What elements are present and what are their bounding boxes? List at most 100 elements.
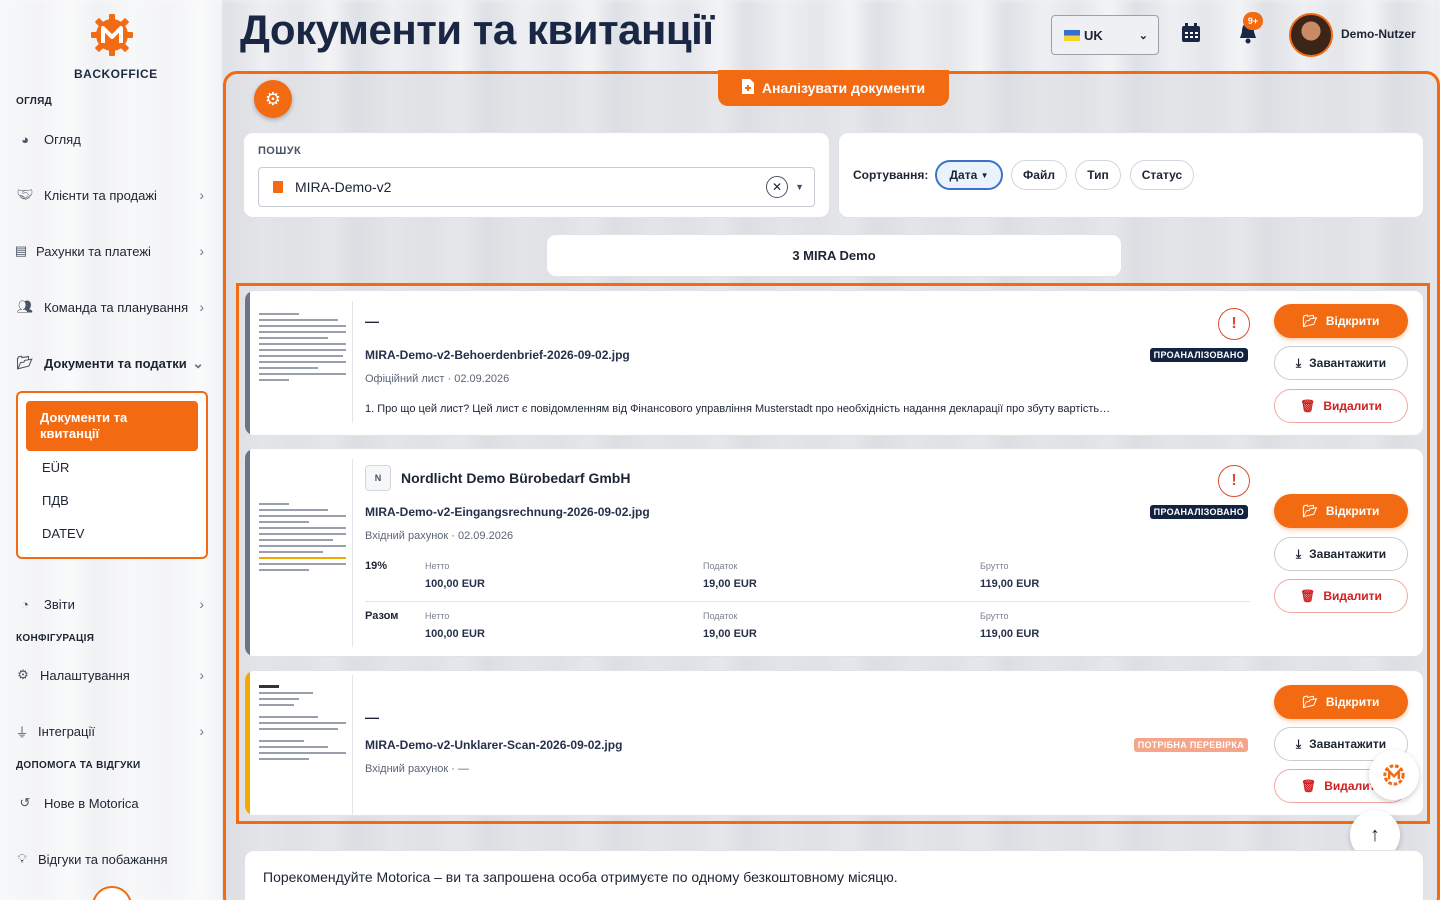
open-button[interactable]: 📂︎ Відкрити bbox=[1274, 304, 1408, 338]
sidebar-item-integrations[interactable]: ⏚ Інтеграції › bbox=[14, 716, 210, 746]
document-card: — ! MIRA-Demo-v2-Behoerdenbrief-2026-09-… bbox=[244, 290, 1424, 436]
sidebar-item-clients[interactable]: 🤝︎ Клієнти та продажі › bbox=[14, 180, 210, 210]
search-card: ПОШУК MIRA-Demo-v2 ✕ ▼ bbox=[243, 132, 830, 218]
ukraine-flag-icon bbox=[1064, 29, 1080, 41]
sidebar-item-label: Нове в Motorica bbox=[44, 795, 139, 811]
status-stripe bbox=[245, 671, 250, 815]
trash-icon: 🗑︎ bbox=[1300, 589, 1316, 603]
download-icon: ⤓ bbox=[1295, 546, 1302, 561]
sidebar-item-reports[interactable]: ◔ Звіти › bbox=[14, 589, 210, 619]
subitem-vat[interactable]: ПДВ bbox=[42, 493, 69, 508]
plug-icon: ⏚ bbox=[15, 724, 29, 740]
document-filename[interactable]: MIRA-Demo-v2-Eingangsrechnung-2026-09-02… bbox=[365, 505, 650, 519]
search-label: ПОШУК bbox=[258, 145, 302, 157]
document-thumbnail[interactable] bbox=[253, 459, 353, 647]
gross-label: Брутто bbox=[980, 611, 1009, 621]
tax-value: 19,00 EUR bbox=[703, 578, 757, 590]
open-button[interactable]: 📂︎ Відкрити bbox=[1274, 685, 1408, 719]
document-icon bbox=[273, 181, 283, 193]
sidebar-item-label: Звіти bbox=[44, 596, 75, 612]
search-select[interactable]: MIRA-Demo-v2 ✕ ▼ bbox=[258, 167, 815, 207]
search-value: MIRA-Demo-v2 bbox=[295, 179, 392, 195]
document-title-row: N Nordlicht Demo Bürobedarf GmbH bbox=[365, 465, 630, 491]
tax-label: Податок bbox=[703, 611, 738, 621]
avatar[interactable] bbox=[1289, 13, 1333, 57]
analyze-documents-button[interactable]: Аналізувати документи bbox=[718, 70, 949, 106]
subitem-datev[interactable]: DATEV bbox=[42, 526, 84, 541]
sort-chip-file[interactable]: Файл bbox=[1011, 160, 1067, 190]
sort-chip-date[interactable]: Дата ▼ bbox=[935, 160, 1003, 190]
file-plus-icon bbox=[741, 79, 754, 97]
delete-button[interactable]: 🗑︎ Видалити bbox=[1274, 389, 1408, 423]
chevron-down-icon: ⌄ bbox=[192, 354, 204, 371]
subitem-eur[interactable]: EÜR bbox=[42, 460, 69, 475]
sort-chip-type[interactable]: Тип bbox=[1075, 160, 1121, 190]
download-icon: ⤓ bbox=[1295, 355, 1302, 370]
subitem-documents-receipts[interactable]: Документи та квитанції bbox=[26, 401, 198, 451]
sidebar-item-whats-new[interactable]: ↺ Нове в Motorica bbox=[14, 788, 210, 818]
status-badge: ПРОАНАЛІЗОВАНО bbox=[1149, 505, 1248, 519]
pie-chart-icon: ◔ bbox=[21, 596, 29, 612]
net-label: Нетто bbox=[425, 561, 450, 571]
document-thumbnail[interactable] bbox=[253, 675, 353, 815]
alert-icon[interactable]: ! bbox=[1218, 308, 1250, 340]
language-select[interactable]: UK ⌄ bbox=[1051, 15, 1159, 55]
document-filename[interactable]: MIRA-Demo-v2-Unklarer-Scan-2026-09-02.jp… bbox=[365, 738, 622, 752]
open-button[interactable]: 📂︎ Відкрити bbox=[1274, 494, 1408, 528]
download-label: Завантажити bbox=[1309, 356, 1387, 370]
sidebar-item-label: Огляд bbox=[44, 131, 81, 147]
tax-total-label: Разом bbox=[365, 610, 399, 622]
settings-gear-button[interactable]: ⚙ bbox=[254, 80, 292, 118]
status-badge: ПОТРІБНА ПЕРЕВІРКА bbox=[1133, 738, 1248, 752]
clear-search-icon[interactable]: ✕ bbox=[766, 176, 788, 198]
assistant-button[interactable] bbox=[1369, 750, 1419, 800]
net-value: 100,00 EUR bbox=[425, 578, 485, 590]
sort-chip-status[interactable]: Статус bbox=[1130, 160, 1194, 190]
sidebar-item-label: Рахунки та платежі bbox=[36, 243, 151, 259]
brand-name: BACKOFFICE bbox=[74, 67, 158, 81]
document-meta: Вхідний рахунок · 02.09.2026 bbox=[365, 530, 514, 542]
document-card: N Nordlicht Demo Bürobedarf GmbH ! MIRA-… bbox=[244, 448, 1424, 657]
vendor-initial-badge: N bbox=[365, 465, 391, 491]
documents-submenu: Документи та квитанції EÜR ПДВ DATEV bbox=[16, 391, 208, 559]
notification-count-badge: 9+ bbox=[1243, 12, 1263, 30]
calendar-icon[interactable] bbox=[1180, 22, 1202, 50]
delete-label: Видалит bbox=[1324, 779, 1376, 793]
chevron-down-icon: ⌄ bbox=[1138, 29, 1148, 42]
sidebar-item-documents[interactable]: 📂︎ Документи та податки ⌄ bbox=[14, 348, 210, 378]
download-button[interactable]: ⤓ Завантажити bbox=[1274, 346, 1408, 380]
caret-down-icon[interactable]: ▼ bbox=[795, 182, 804, 192]
sidebar: BACKOFFICE ОГЛЯД ◕ Огляд 🤝︎ Клієнти та п… bbox=[0, 0, 222, 900]
analyze-label: Аналізувати документи bbox=[761, 80, 926, 96]
sidebar-item-team[interactable]: 👥︎ Команда та планування › bbox=[14, 292, 210, 322]
brand-logo[interactable]: BACKOFFICE bbox=[74, 12, 158, 81]
alert-icon[interactable]: ! bbox=[1218, 465, 1250, 497]
sidebar-item-overview[interactable]: ◕ Огляд bbox=[14, 124, 210, 154]
document-meta: Вхідний рахунок · — bbox=[365, 763, 470, 775]
delete-button[interactable]: 🗑︎ Видалити bbox=[1274, 579, 1408, 613]
folder-open-icon: 📂︎ bbox=[16, 355, 34, 370]
team-icon: 👥︎ bbox=[16, 299, 34, 314]
chevron-right-icon: › bbox=[199, 187, 204, 203]
user-name[interactable]: Demo-Nutzer bbox=[1341, 27, 1416, 41]
group-header[interactable]: 3 MIRA Demo bbox=[546, 234, 1122, 277]
status-badge: ПРОАНАЛІЗОВАНО bbox=[1149, 348, 1248, 362]
chevron-right-icon: › bbox=[199, 596, 204, 612]
sidebar-item-settings[interactable]: ⚙ Налаштування › bbox=[14, 660, 210, 690]
net-label: Нетто bbox=[425, 611, 450, 621]
document-filename[interactable]: MIRA-Demo-v2-Behoerdenbrief-2026-09-02.j… bbox=[365, 348, 630, 362]
open-label: Відкрити bbox=[1325, 314, 1380, 328]
document-title: — bbox=[365, 709, 379, 725]
sidebar-item-feedback[interactable]: 💡︎ Відгуки та побажання bbox=[14, 844, 210, 874]
net-value: 100,00 EUR bbox=[425, 628, 485, 640]
download-icon: ⤓ bbox=[1295, 736, 1302, 751]
folder-open-icon: 📂︎ bbox=[1302, 695, 1318, 709]
sidebar-item-label: Відгуки та побажання bbox=[38, 851, 168, 867]
chevron-right-icon: › bbox=[199, 299, 204, 315]
download-label: Завантажити bbox=[1309, 737, 1387, 751]
help-button[interactable] bbox=[92, 886, 132, 900]
download-button[interactable]: ⤓ Завантажити bbox=[1274, 537, 1408, 571]
sidebar-item-invoices[interactable]: ▤ Рахунки та платежі › bbox=[14, 236, 210, 266]
gross-label: Брутто bbox=[980, 561, 1009, 571]
document-thumbnail[interactable] bbox=[253, 301, 353, 423]
